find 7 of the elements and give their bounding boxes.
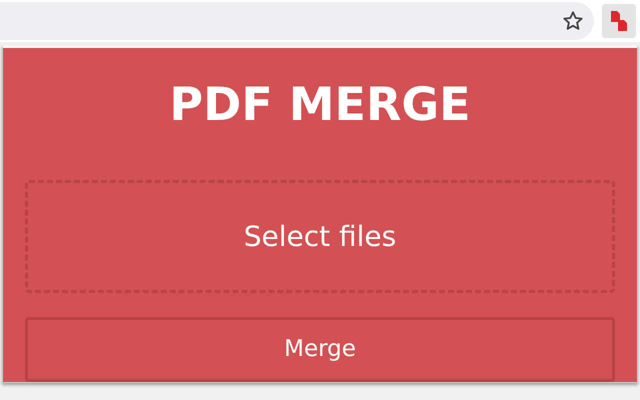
documents-icon xyxy=(610,10,628,32)
file-drop-zone[interactable]: Select files xyxy=(25,180,615,293)
app-title: PDF MERGE xyxy=(169,76,471,133)
star-icon[interactable] xyxy=(562,10,584,32)
extension-button[interactable] xyxy=(602,4,636,38)
merge-button[interactable]: Merge xyxy=(25,316,615,382)
drop-zone-label: Select files xyxy=(244,220,396,253)
